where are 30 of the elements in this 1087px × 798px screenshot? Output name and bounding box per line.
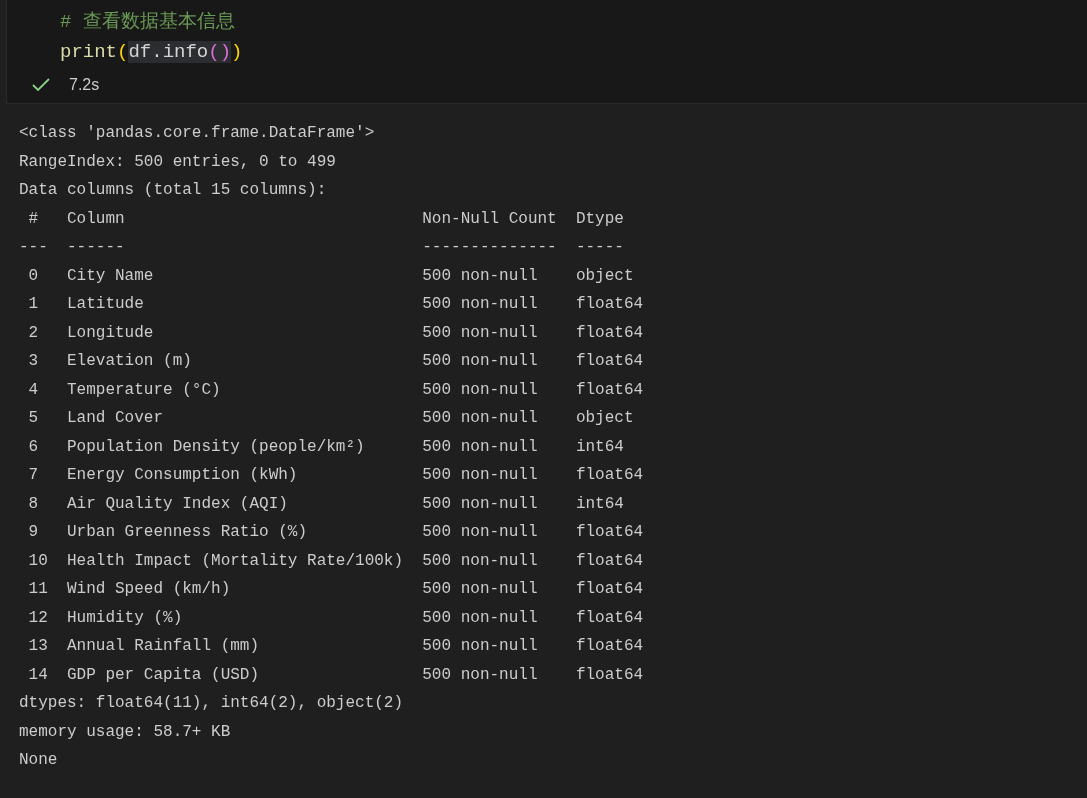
output-line: 4 Temperature (°C) 500 non-null float64: [27, 379, 644, 401]
output-line: 8 Air Quality Index (AQI) 500 non-null int64: [27, 493, 625, 515]
execution-time: 7.2s: [69, 75, 100, 95]
output-line: 14 GDP per Capita (USD) 500 non-null float64: [27, 664, 644, 686]
code-token: (: [117, 41, 129, 63]
output-line: 5 Land Cover 500 non-null object: [27, 408, 635, 429]
output-line: 0 City Name 500 non-null object: [27, 265, 635, 287]
code-token: (): [208, 41, 232, 63]
code-token: # 查看数据基本信息: [60, 11, 235, 33]
output-line: # Column Non-Null Count Dtype: [27, 208, 625, 230]
output-line: 3 Elevation (m) 500 non-null float64: [27, 351, 644, 372]
output-line: <class 'pandas.core.frame.DataFrame'>: [19, 123, 375, 144]
output-line: None: [19, 750, 58, 771]
output-line: 6 Population Density (people/km²) 500 non-null int64: [27, 436, 625, 458]
output-line: 10 Health Impact (Mortality Rate/100k) 500 non-null float64: [27, 550, 644, 572]
output-line: 7 Energy Consumption (kWh) 500 non-null float64: [27, 465, 644, 486]
output-line: Data columns (total 15 columns):: [19, 180, 327, 201]
code-token: df.info: [128, 41, 209, 63]
output-line: RangeIndex: 500 entries, 0 to 499: [19, 151, 336, 173]
output-line: 1 Latitude 500 non-null float64: [27, 294, 644, 315]
output-line: 9 Urban Greenness Ratio (%) 500 non-null float64: [27, 522, 644, 543]
output-line: 13 Annual Rainfall (mm) 500 non-null float64: [27, 636, 644, 657]
output-line: memory usage: 58.7+ KB: [19, 721, 231, 743]
output-line: 11 Wind Speed (km/h) 500 non-null float64: [27, 579, 644, 600]
output-line: 2 Longitude 500 non-null float64: [27, 322, 644, 344]
code-token: ): [231, 41, 243, 63]
output-line: dtypes: float64(11), int64(2), object(2): [19, 693, 404, 714]
code-token: print: [60, 41, 117, 63]
output-line: 12 Humidity (%) 500 non-null float64: [27, 607, 644, 629]
output-line: --- ------ -------------- -----: [19, 237, 625, 258]
